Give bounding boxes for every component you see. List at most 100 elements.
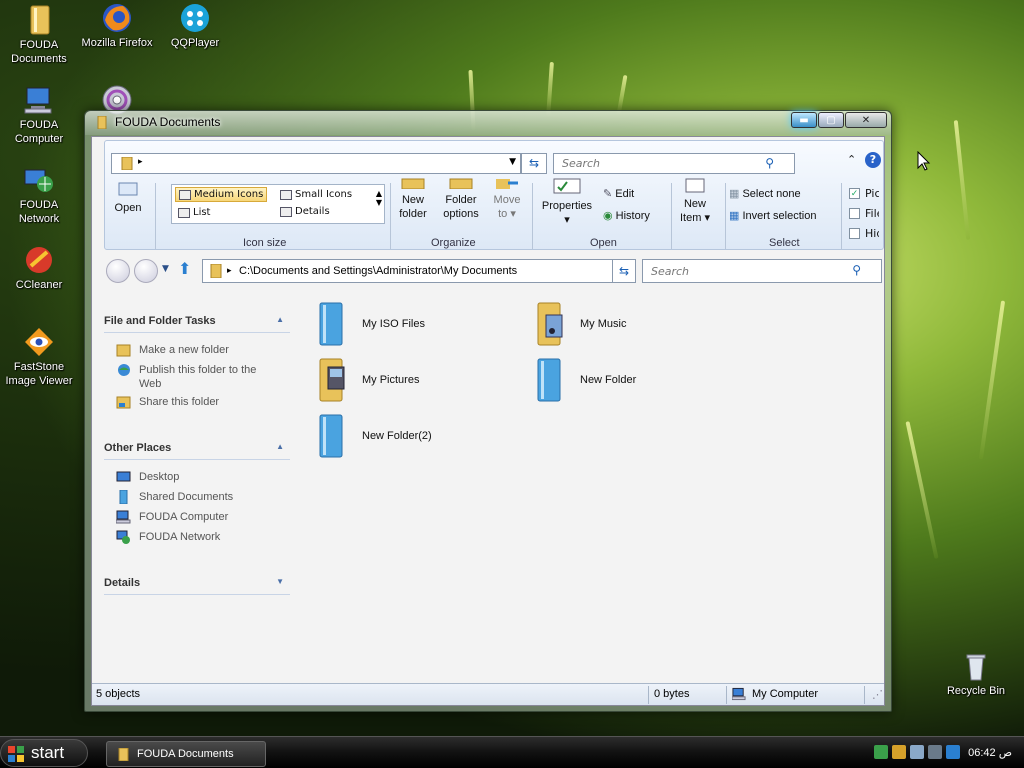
history-button[interactable]: ◉ History — [603, 209, 667, 223]
folder-item[interactable]: My Pictures — [314, 355, 419, 405]
grass-decoration — [905, 421, 939, 559]
desktop-icon-recycle-bin[interactable]: Recycle Bin — [937, 650, 1015, 698]
search-icon[interactable]: ⚲ — [765, 156, 774, 170]
new-item-button[interactable]: New Item ▾ — [675, 177, 715, 225]
button-label: New — [401, 194, 424, 206]
up-arrow-icon[interactable]: ⬆ — [178, 259, 191, 278]
collapse-icon[interactable]: ▲ — [276, 442, 284, 451]
close-button[interactable]: ✕ — [845, 112, 887, 128]
collapse-ribbon-icon[interactable]: ⌃ — [847, 153, 856, 166]
help-icon[interactable]: ? — [865, 152, 881, 168]
pictures-folder-icon — [319, 358, 345, 402]
tray-app-icon[interactable] — [892, 745, 906, 759]
clock[interactable]: 06:42 ص — [968, 746, 1012, 759]
desktop-icon-qqplayer[interactable]: QQPlayer — [156, 2, 234, 50]
desktop-icon-fouda-network[interactable]: FOUDA Network — [0, 164, 78, 226]
refresh-button[interactable]: ⇆ — [521, 153, 547, 174]
blue-folder-icon — [319, 302, 343, 346]
folder-item[interactable]: New Folder(2) — [314, 411, 432, 461]
search-icon[interactable]: ⚲ — [852, 263, 861, 277]
folder-name: My Music — [580, 318, 627, 330]
place-shared-documents[interactable]: Shared Documents — [116, 490, 276, 504]
properties-button[interactable]: Properties ▾ — [537, 177, 597, 227]
checkbox-label: File — [865, 206, 879, 220]
move-to-button[interactable]: Move to ▾ — [489, 177, 525, 221]
edit-button[interactable]: ✎ Edit — [603, 187, 663, 201]
dropdown-arrow-icon[interactable]: ▼ — [509, 157, 516, 167]
desktop-icon-ccleaner[interactable]: CCleaner — [0, 244, 78, 292]
checkbox-hide[interactable]: Hide — [849, 226, 879, 240]
folder-item[interactable]: My Music — [532, 299, 626, 349]
file-folder-tasks-header[interactable]: File and Folder Tasks ▲ — [104, 315, 290, 333]
ribbon-separator — [390, 183, 391, 249]
address-bar[interactable]: ▸ C:\Documents and Settings\Administrato… — [202, 259, 632, 283]
button-label: Properties — [541, 200, 593, 212]
view-details[interactable]: Details — [280, 206, 330, 217]
place-label: FOUDA Computer — [139, 511, 229, 523]
expand-icon[interactable]: ▼ — [276, 577, 284, 586]
gallery-scroll-icon[interactable]: ▲ ▼ — [376, 189, 382, 207]
collapse-icon[interactable]: ▲ — [276, 315, 284, 324]
view-list[interactable]: List — [178, 207, 210, 218]
desktop-icon-label: Documents — [11, 53, 67, 65]
back-button[interactable] — [106, 259, 130, 283]
folder-item[interactable]: New Folder — [532, 355, 636, 405]
place-fouda-computer[interactable]: FOUDA Computer — [116, 510, 276, 524]
place-label: Desktop — [139, 471, 180, 483]
task-share-folder[interactable]: Share this folder — [116, 395, 276, 409]
history-dropdown-icon[interactable]: ▼ — [162, 264, 169, 274]
title-bar[interactable]: FOUDA Documents ▬ ▢ ✕ — [85, 111, 891, 135]
close-icon: ✕ — [861, 114, 871, 126]
tray-volume-icon[interactable] — [928, 745, 942, 759]
open-button[interactable]: Open — [113, 181, 143, 215]
view-small-icons[interactable]: Small Icons — [280, 189, 352, 200]
new-folder-button[interactable]: New folder — [393, 177, 433, 221]
tray-display-icon[interactable] — [910, 745, 924, 759]
search-input[interactable]: Search ⚲ — [642, 259, 882, 283]
folder-name: New Folder(2) — [362, 430, 432, 442]
properties-icon — [553, 178, 581, 194]
resize-grip-icon[interactable]: ⋰ — [872, 688, 883, 701]
desktop-icon-firefox[interactable]: Mozilla Firefox — [78, 2, 156, 50]
minimize-button[interactable]: ▬ — [791, 112, 817, 128]
desktop-icon-fouda-documents[interactable]: FOUDA Documents — [0, 4, 78, 66]
checkbox-pictures[interactable]: ✓ Pictu — [849, 186, 879, 200]
desktop-icon-label: Mozilla Firefox — [81, 37, 153, 49]
forward-button[interactable] — [134, 259, 158, 283]
view-medium-icons[interactable]: Medium Icons — [175, 187, 268, 202]
task-publish-folder[interactable]: Publish this folder to the Web — [116, 363, 276, 391]
view-label: Details — [295, 206, 330, 217]
folder-options-button[interactable]: Folder options — [439, 177, 483, 221]
desktop-icon-label: Network — [18, 213, 60, 225]
refresh-button[interactable]: ⇆ — [612, 259, 636, 283]
ribbon-address-bar[interactable]: ▸ ▼ — [111, 153, 521, 174]
desktop-icon-label: QQPlayer — [170, 37, 220, 49]
button-label: Folder — [445, 194, 477, 206]
ribbon-search-input[interactable]: Search ⚲ — [553, 153, 795, 174]
search-placeholder: Search — [651, 265, 690, 278]
desktop-icon-fouda-computer[interactable]: FOUDA Computer — [0, 84, 78, 146]
status-location: My Computer — [752, 688, 819, 700]
desktop-icon — [116, 471, 131, 482]
desktop-icon-faststone[interactable]: FastStone Image Viewer — [0, 326, 78, 388]
folder-item[interactable]: My ISO Files — [314, 299, 425, 349]
globe-icon — [118, 364, 130, 376]
blue-folder-icon — [537, 358, 561, 402]
place-desktop[interactable]: Desktop — [116, 470, 276, 484]
breadcrumb-arrow-icon: ▸ — [138, 157, 143, 167]
invert-selection-button[interactable]: ▦ Invert selection — [729, 209, 835, 223]
grass-decoration — [546, 61, 554, 118]
checkbox-file[interactable]: File — [849, 206, 879, 220]
select-none-button[interactable]: ▦ Select none — [729, 187, 829, 201]
tray-keyboard-icon[interactable] — [946, 745, 960, 759]
tray-network-icon[interactable] — [874, 745, 888, 759]
new-folder-icon — [401, 178, 425, 190]
start-button[interactable]: start — [0, 739, 88, 767]
place-fouda-network[interactable]: FOUDA Network — [116, 530, 276, 544]
other-places-header[interactable]: Other Places ▲ — [104, 442, 290, 460]
taskbar-item-fouda-documents[interactable]: FOUDA Documents — [106, 741, 266, 767]
status-separator — [648, 686, 649, 704]
maximize-button[interactable]: ▢ — [818, 112, 844, 128]
details-header[interactable]: Details ▼ — [104, 577, 290, 595]
task-make-new-folder[interactable]: Make a new folder — [116, 343, 276, 357]
